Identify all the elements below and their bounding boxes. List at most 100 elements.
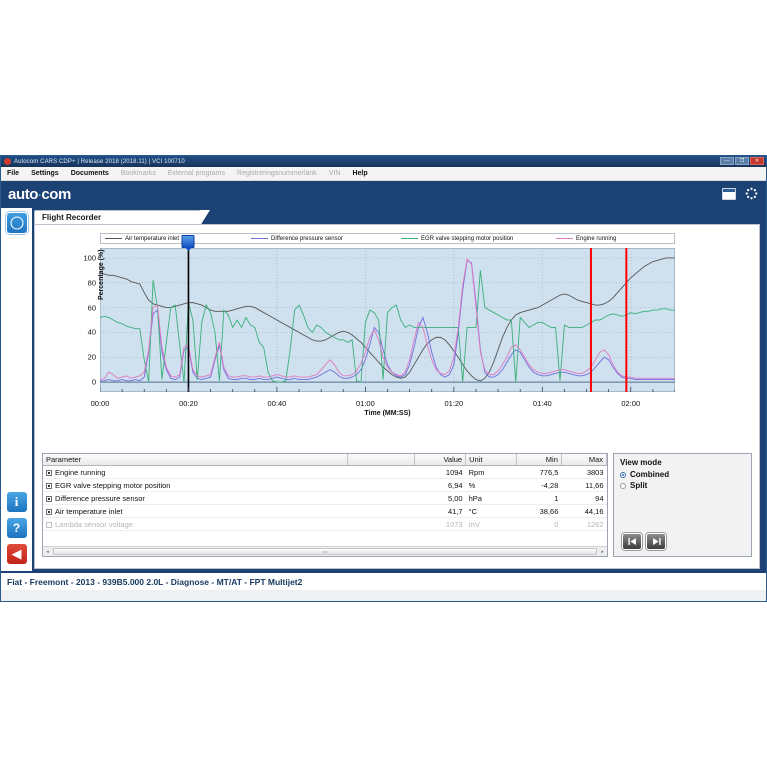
legend-swatch-1 <box>251 238 268 239</box>
cell-spacer <box>347 491 415 505</box>
table-header-max[interactable]: Max <box>561 454 607 466</box>
table-header-blank-1[interactable] <box>347 454 416 466</box>
cell-value: 41,7 <box>414 504 466 518</box>
brand-header: auto·com <box>1 181 766 208</box>
autocom-logo: auto·com <box>8 186 71 203</box>
cell-max: 3803 <box>561 465 607 479</box>
app-icon <box>4 158 11 165</box>
playback-nav-buttons <box>622 533 666 550</box>
lower-section: Parameter Value Unit Min Max Engine running 1… <box>42 453 752 557</box>
radio-combined[interactable] <box>620 471 626 478</box>
table-row[interactable]: Engine running 1094 Rpm 776,5 3803 <box>43 465 607 479</box>
window-title: Autocom CARS CDP+ | Release 2018 (2018.1… <box>14 158 185 165</box>
x-tick-2: 00:40 <box>267 399 287 408</box>
back-icon[interactable]: ◀ <box>5 543 28 565</box>
legend-item-3[interactable]: Engine running <box>556 236 616 242</box>
radio-combined-label: Combined <box>630 470 670 479</box>
row-checkbox[interactable] <box>46 495 52 502</box>
cell-unit: mV <box>465 517 517 531</box>
cell-unit: % <box>465 478 517 492</box>
menu-item-help[interactable]: Help <box>352 170 367 177</box>
x-tick-6: 02:00 <box>621 399 641 408</box>
scrollbar-thumb[interactable] <box>53 548 597 555</box>
legend-item-1[interactable]: Difference pressure sensor <box>251 236 343 242</box>
maximize-button[interactable]: ❐ <box>735 157 749 165</box>
legend-label-0: Air temperature inlet <box>125 235 180 242</box>
y-tick-0: 0 <box>91 377 96 387</box>
note-icon[interactable] <box>722 187 736 200</box>
table-header-value[interactable]: Value <box>414 454 467 466</box>
table-header-parameter[interactable]: Parameter <box>43 454 348 466</box>
table-row[interactable]: Air temperature inlet 41,7 °C 38,66 44,16 <box>43 504 607 518</box>
jump-to-end-button[interactable] <box>646 533 666 550</box>
radio-split[interactable] <box>620 482 626 489</box>
application-window: Autocom CARS CDP+ | Release 2018 (2018.1… <box>0 155 767 602</box>
table-row[interactable]: EGR valve stepping motor position 6,94% -4… <box>43 478 607 492</box>
x-tick-5: 01:40 <box>532 399 552 408</box>
scroll-left-arrow[interactable]: ◂ <box>43 547 52 556</box>
y-tick-40: 40 <box>87 327 96 337</box>
cell-min: 0 <box>516 517 562 531</box>
row-parameter-label: Air temperature inlet <box>55 506 123 516</box>
view-mode-option-combined[interactable]: Combined <box>620 470 745 479</box>
y-tick-100: 100 <box>83 253 96 263</box>
table-row[interactable]: Lambda sensor voltage 1073 mV 0 1262 <box>43 517 607 531</box>
main-body: i ? ◀ Flight Recorder Air temperature in… <box>1 208 766 571</box>
view-mode-option-split[interactable]: Split <box>620 481 745 490</box>
row-checkbox[interactable] <box>46 508 52 515</box>
cell-min: 776,5 <box>516 465 562 479</box>
scroll-right-arrow[interactable]: ▸ <box>598 547 607 556</box>
row-checkbox[interactable] <box>46 482 52 489</box>
cell-parameter: Air temperature inlet <box>43 504 348 518</box>
help-icon[interactable]: ? <box>5 517 28 539</box>
table-horizontal-scrollbar[interactable]: ◂ ▸ <box>43 546 607 556</box>
parameter-table-container: Parameter Value Unit Min Max Engine running 1… <box>42 453 608 557</box>
menu-item-registreringsnummerl-nk: Registreringsnummerlänk <box>237 170 317 177</box>
radio-split-label: Split <box>630 481 648 490</box>
table-row[interactable]: Difference pressure sensor 5,00 hPa 1 94 <box>43 491 607 505</box>
x-axis-label: Time (MM:SS) <box>364 410 411 417</box>
chart-svg <box>100 248 675 392</box>
y-tick-80: 80 <box>87 278 96 288</box>
chart-plot-area[interactable]: Percentage (%) Time (MM:SS) 0 20 40 60 80 100… <box>83 235 675 417</box>
gear-icon[interactable] <box>745 187 758 200</box>
cell-spacer <box>347 465 415 479</box>
legend-item-2[interactable]: EGR valve stepping motor position <box>401 236 513 242</box>
y-tick-60: 60 <box>87 303 96 313</box>
tab-flight-recorder-label: Flight Recorder <box>42 213 102 222</box>
legend-swatch-2 <box>401 238 418 239</box>
cell-spacer <box>347 478 415 492</box>
gauge-icon[interactable] <box>5 212 28 234</box>
window-controls: — ❐ ✕ <box>720 157 764 165</box>
minimize-button[interactable]: — <box>720 157 734 165</box>
menu-item-documents[interactable]: Documents <box>71 170 109 177</box>
header-icons <box>722 187 758 200</box>
menu-item-settings[interactable]: Settings <box>31 170 59 177</box>
table-header-min[interactable]: Min <box>516 454 562 466</box>
cell-max: 11,66 <box>561 478 607 492</box>
cell-value: 1073 <box>414 517 466 531</box>
parameter-table: Parameter Value Unit Min Max Engine running 1… <box>43 454 607 531</box>
cell-min: 1 <box>516 491 562 505</box>
x-tick-1: 00:20 <box>179 399 198 408</box>
legend-item-0[interactable]: Air temperature inlet <box>105 236 179 242</box>
chart-container: Air temperature inlet Difference pressure… <box>42 231 752 443</box>
row-checkbox[interactable] <box>46 469 52 476</box>
close-button[interactable]: ✕ <box>750 157 764 165</box>
time-cursor-handle[interactable] <box>181 235 195 248</box>
menu-item-external-programs: External programs <box>167 170 226 177</box>
logo-text-right: com <box>41 186 71 203</box>
info-icon[interactable]: i <box>5 491 28 513</box>
logo-text-left: auto <box>8 186 39 203</box>
x-tick-3: 01:00 <box>355 399 375 408</box>
row-checkbox[interactable] <box>46 521 52 528</box>
cell-value: 1094 <box>414 465 466 479</box>
row-parameter-label: Engine running <box>55 467 106 477</box>
menu-item-file[interactable]: File <box>7 170 19 177</box>
jump-to-start-button[interactable] <box>622 533 642 550</box>
tab-flight-recorder[interactable]: Flight Recorder <box>34 210 210 226</box>
menu-item-vin: VIN <box>328 170 341 177</box>
row-parameter-label: Lambda sensor voltage <box>55 519 133 529</box>
table-header-unit[interactable]: Unit <box>465 454 517 466</box>
cell-min: 38,66 <box>516 504 562 518</box>
